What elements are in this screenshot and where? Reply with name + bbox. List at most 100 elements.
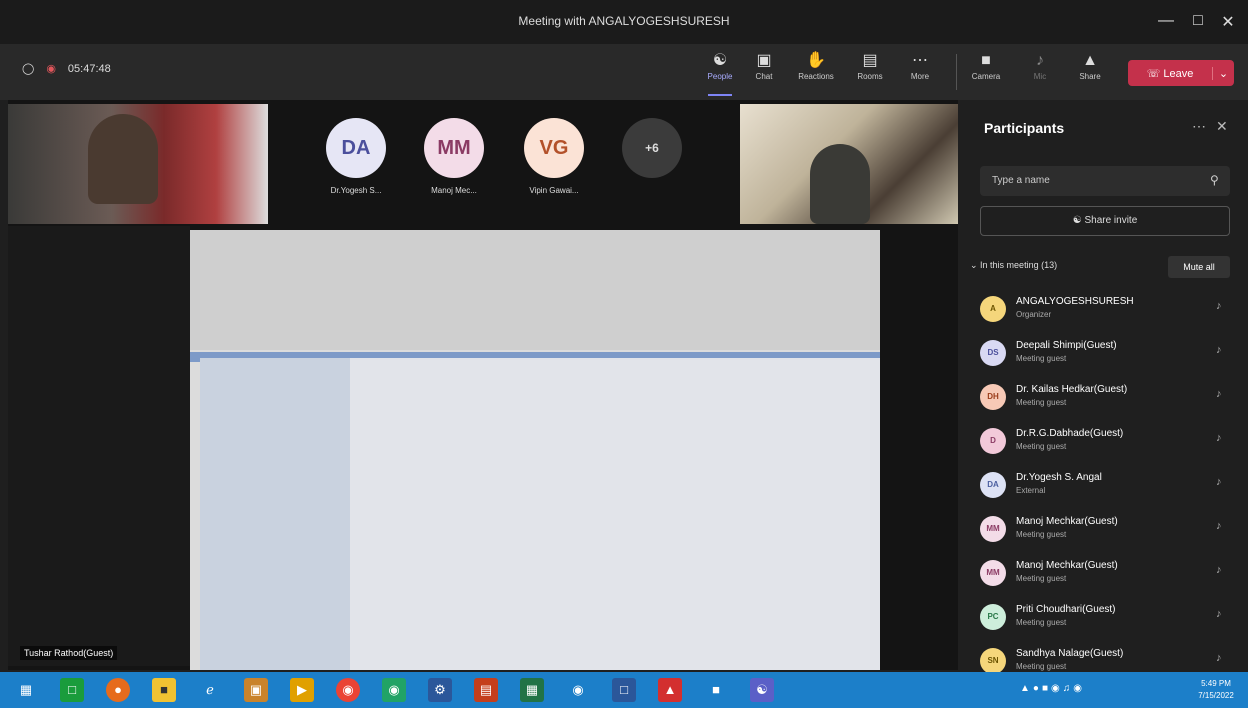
chevron-down-icon: ⌄	[970, 260, 981, 270]
recording-icon: ◉	[46, 63, 56, 75]
list-item[interactable]: MM Manoj Mechkar(Guest) Meeting guest ♪	[980, 510, 1240, 554]
avatar: DH	[980, 384, 1006, 410]
chat-button[interactable]: ▣ Chat	[744, 50, 784, 94]
popout-icon[interactable]: ⋯	[1192, 118, 1206, 135]
avatar: D	[980, 428, 1006, 454]
mic-muted-icon: ♪	[1216, 300, 1222, 312]
mic-muted-icon: ♪	[1216, 476, 1222, 488]
shared-screen	[190, 230, 880, 670]
presenter-name: Tushar Rathod(Guest)	[20, 646, 118, 660]
mic-icon: ♪	[1036, 52, 1044, 69]
avatar: MM	[980, 516, 1006, 542]
avatar: A	[980, 296, 1006, 322]
teams-icon[interactable]: ☯	[750, 678, 774, 702]
title-bar: Meeting with ANGALYOGESHSURESH — □ ✕	[0, 0, 1248, 44]
pdf-icon[interactable]: ▲	[658, 678, 682, 702]
more-button[interactable]: ⋯ More	[900, 50, 940, 94]
search-input[interactable]: Type a name	[980, 166, 1230, 196]
phone-icon: ☏	[1146, 67, 1164, 80]
avatar: MM	[980, 560, 1006, 586]
avatar-tile[interactable]: DA Dr.Yogesh S...	[306, 118, 406, 195]
mic-muted-icon: ♪	[1216, 344, 1222, 356]
maximize-icon[interactable]: □	[1186, 12, 1210, 30]
toolbar-divider	[956, 54, 957, 90]
add-person-icon: ☯	[1072, 215, 1085, 226]
mic-muted-icon: ♪	[1216, 608, 1222, 620]
participant-video[interactable]	[8, 104, 268, 224]
close-panel-icon[interactable]: ✕	[1216, 118, 1228, 135]
stage-margin	[8, 226, 190, 666]
powerpoint-icon[interactable]: ▤	[474, 678, 498, 702]
system-tray[interactable]: ▲●■◉♫◉	[1020, 683, 1085, 694]
share-icon: ▲	[1082, 52, 1098, 69]
avatar-tile[interactable]: VG Vipin Gawai...	[504, 118, 604, 195]
list-item[interactable]: DH Dr. Kailas Hedkar(Guest) Meeting gues…	[980, 378, 1240, 422]
avatar: MM	[424, 118, 484, 178]
camera-button[interactable]: ■ Camera	[966, 50, 1006, 94]
list-item[interactable]: A ANGALYOGESHSURESH Organizer ♪	[980, 290, 1240, 334]
app-icon[interactable]: ◉	[382, 678, 406, 702]
media-icon[interactable]: ▶	[290, 678, 314, 702]
avatar: SN	[980, 648, 1006, 674]
share-invite-button[interactable]: ☯ Share invite	[980, 206, 1230, 236]
list-item[interactable]: DA Dr.Yogesh S. Angal External ♪	[980, 466, 1240, 510]
chrome-icon[interactable]: ◉	[336, 678, 360, 702]
in-meeting-header[interactable]: ⌄ In this meeting (13)	[970, 260, 1057, 271]
meeting-toolbar: ◯ ◉ 05:47:48 ☯ People ▣ Chat ✋ Reactions…	[0, 44, 1248, 100]
panel-title: Participants	[984, 120, 1065, 136]
camera-icon: ■	[981, 52, 991, 69]
mic-muted-icon: ♪	[1216, 564, 1222, 576]
meeting-status: ◯ ◉ 05:47:48	[22, 62, 111, 76]
list-item[interactable]: DS Deepali Shimpi(Guest) Meeting guest ♪	[980, 334, 1240, 378]
start-icon[interactable]: ▦	[14, 678, 38, 702]
shield-icon: ◯	[22, 63, 35, 75]
mute-all-button[interactable]: Mute all	[1168, 256, 1230, 278]
reactions-button[interactable]: ✋ Reactions	[796, 50, 836, 94]
list-item[interactable]: MM Manoj Mechkar(Guest) Meeting guest ♪	[980, 554, 1240, 598]
firefox-icon[interactable]: ●	[106, 678, 130, 702]
leave-button[interactable]: ☏ Leave ⌄	[1128, 60, 1234, 86]
app-icon[interactable]: ▣	[244, 678, 268, 702]
avatar: DS	[980, 340, 1006, 366]
internet-explorer-icon[interactable]: ℯ	[198, 678, 222, 702]
more-icon: ⋯	[912, 52, 928, 69]
avatar: VG	[524, 118, 584, 178]
rooms-button[interactable]: ▤ Rooms	[850, 50, 890, 94]
list-item[interactable]: PC Priti Choudhari(Guest) Meeting guest …	[980, 598, 1240, 642]
avatar: DA	[326, 118, 386, 178]
mic-muted-icon: ♪	[1216, 432, 1222, 444]
reactions-icon: ✋	[806, 52, 826, 69]
folder-icon[interactable]: ■	[152, 678, 176, 702]
overflow-count: +6	[622, 118, 682, 178]
search-icon[interactable]: ⚲	[1210, 173, 1238, 187]
window-title: Meeting with ANGALYOGESHSURESH	[518, 14, 730, 28]
app-icon[interactable]: ◉	[566, 678, 590, 702]
settings-icon[interactable]: ⚙	[428, 678, 452, 702]
participant-video[interactable]	[740, 104, 958, 224]
excel-icon[interactable]: ▦	[520, 678, 544, 702]
avatar-tile[interactable]: MM Manoj Mec...	[404, 118, 504, 195]
list-item[interactable]: D Dr.R.G.Dabhade(Guest) Meeting guest ♪	[980, 422, 1240, 466]
participant-list: A ANGALYOGESHSURESH Organizer ♪ DS Deepa…	[980, 290, 1240, 686]
share-button[interactable]: ▲ Share	[1070, 50, 1110, 94]
people-button[interactable]: ☯ People	[700, 50, 740, 96]
chevron-down-icon[interactable]: ⌄	[1212, 66, 1234, 80]
app-icon[interactable]: ■	[704, 678, 728, 702]
mic-muted-icon: ♪	[1216, 388, 1222, 400]
mic-muted-icon: ♪	[1216, 520, 1222, 532]
shared-app-project-tree	[200, 358, 350, 670]
overflow-tile[interactable]: +6	[602, 118, 702, 178]
people-icon: ☯	[712, 52, 728, 69]
mic-button[interactable]: ♪ Mic	[1020, 50, 1060, 94]
shared-app-editor	[350, 358, 880, 670]
chat-icon: ▣	[756, 52, 772, 69]
close-icon[interactable]: ✕	[1216, 12, 1240, 32]
rooms-icon: ▤	[862, 52, 878, 69]
meeting-timer: 05:47:48	[67, 62, 111, 75]
app-icon[interactable]: □	[60, 678, 84, 702]
system-clock[interactable]: 5:49 PM 7/15/2022	[1194, 678, 1238, 702]
mic-muted-icon: ♪	[1216, 652, 1222, 664]
minimize-icon[interactable]: —	[1154, 12, 1178, 30]
participant-silhouette	[810, 144, 870, 224]
word-icon[interactable]: □	[612, 678, 636, 702]
